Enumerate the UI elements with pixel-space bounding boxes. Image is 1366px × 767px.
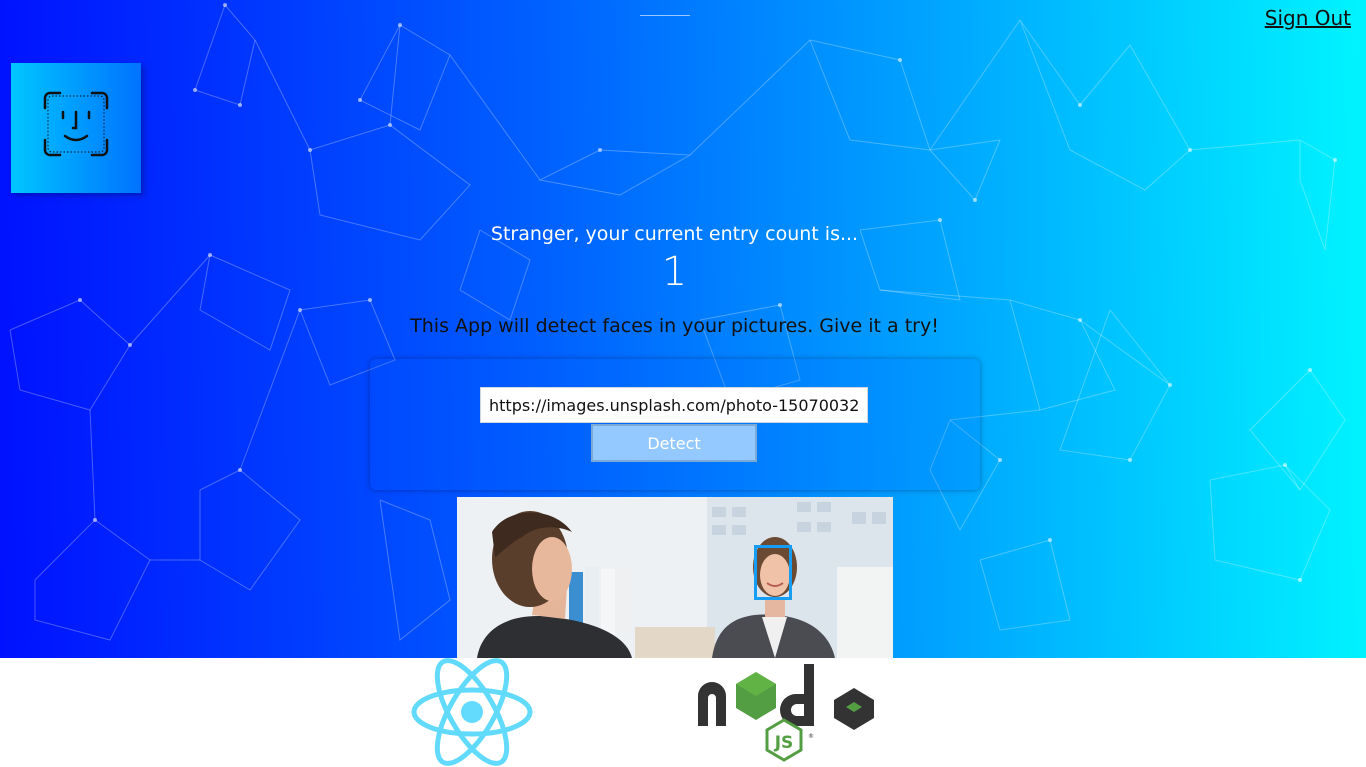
app-root: Sign Out Stranger, your current entry co… [0, 0, 1366, 767]
top-divider [640, 15, 690, 16]
app-logo[interactable] [11, 63, 141, 193]
app-description: This App will detect faces in your pictu… [410, 315, 939, 337]
react-logo-icon [411, 658, 533, 766]
nodejs-logo: JS ® [696, 658, 878, 767]
svg-text:®: ® [808, 733, 814, 740]
entry-greeting: Stranger, your current entry count is... [490, 223, 859, 245]
detect-button[interactable]: Detect [591, 424, 757, 462]
face-bounding-box [754, 545, 792, 600]
face-id-icon [43, 91, 109, 157]
sign-out-link[interactable]: Sign Out [1265, 6, 1351, 30]
react-logo [410, 658, 534, 767]
hero-background: Sign Out Stranger, your current entry co… [0, 0, 1366, 658]
interview-photo [457, 497, 893, 658]
entry-count: 1 [661, 249, 688, 295]
image-url-input[interactable] [480, 387, 868, 423]
nodejs-logo-icon: JS ® [698, 664, 874, 762]
nodejs-js-badge: JS [774, 733, 794, 753]
result-image [457, 497, 893, 658]
